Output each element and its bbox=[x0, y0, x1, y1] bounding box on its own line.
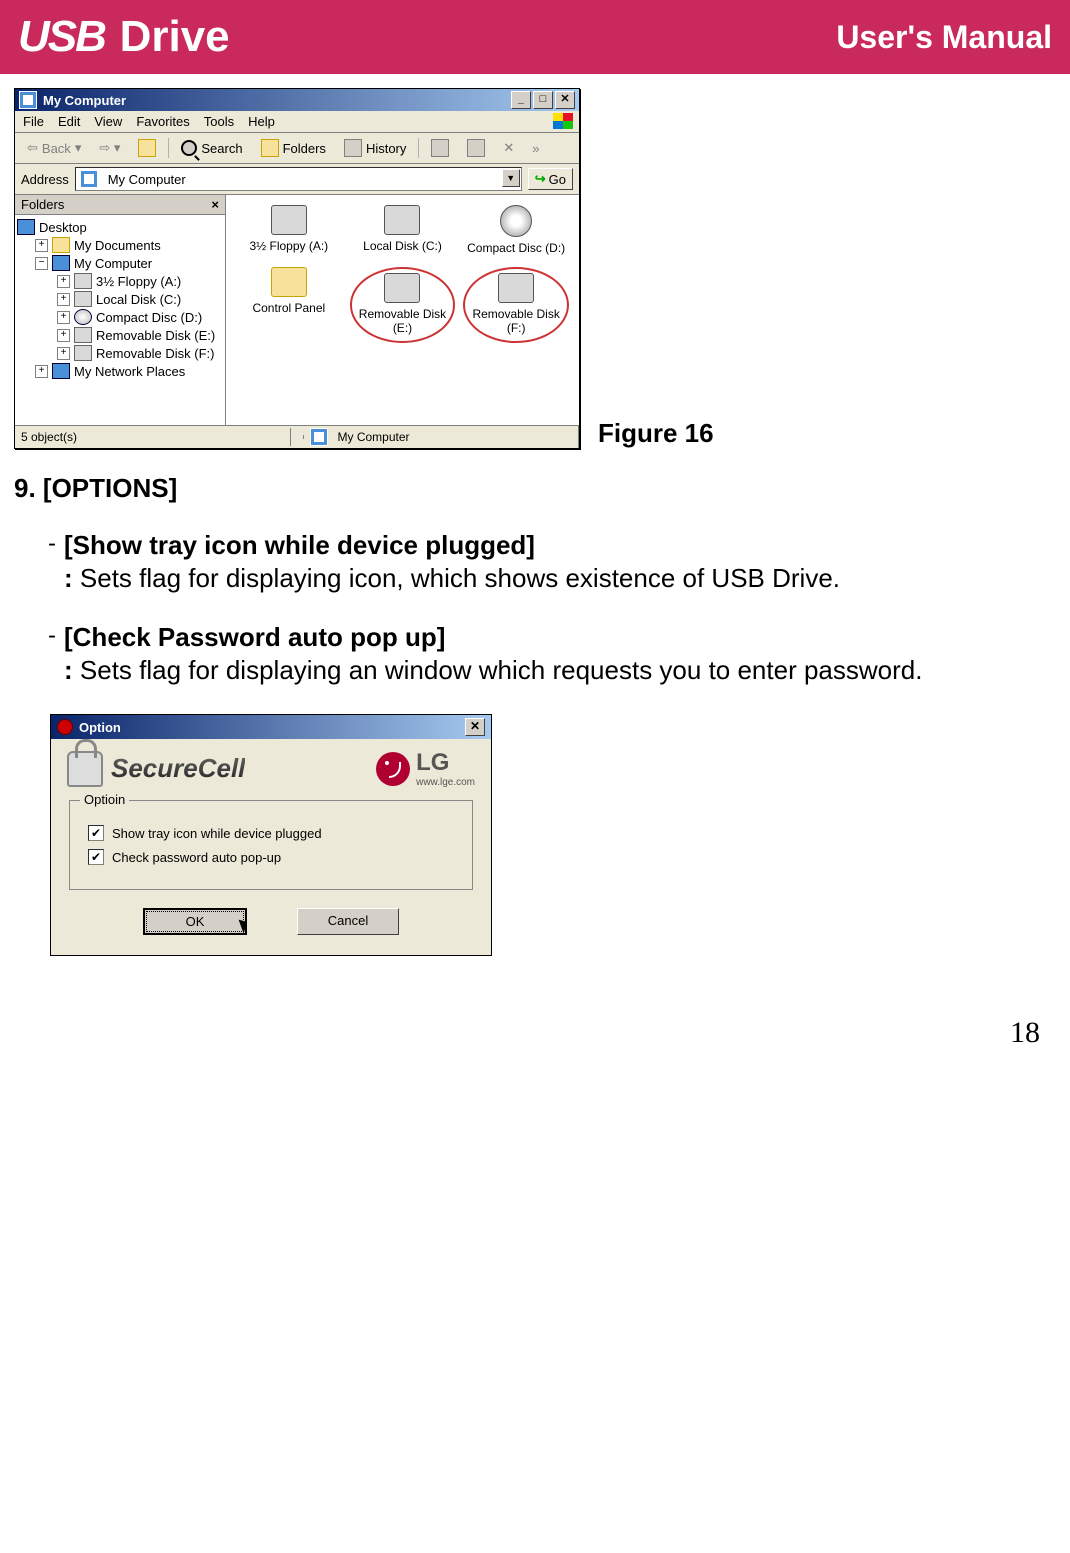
removable-icon bbox=[384, 273, 420, 303]
checkbox-tray-icon[interactable]: ✔ bbox=[88, 825, 104, 841]
windows-flag-icon bbox=[553, 113, 573, 129]
forward-button[interactable]: ⇨ ▾ bbox=[93, 138, 126, 158]
menu-favorites[interactable]: Favorites bbox=[136, 114, 189, 129]
checkbox-tray-label: Show tray icon while device plugged bbox=[112, 826, 322, 841]
icon-pane[interactable]: 3½ Floppy (A:) Local Disk (C:) Compact D… bbox=[226, 195, 579, 425]
controlpanel-icon bbox=[271, 267, 307, 297]
tree-local[interactable]: Local Disk (C:) bbox=[96, 292, 181, 307]
tree-floppy[interactable]: 3½ Floppy (A:) bbox=[96, 274, 181, 289]
menu-edit[interactable]: Edit bbox=[58, 114, 80, 129]
tree-remf[interactable]: Removable Disk (F:) bbox=[96, 346, 214, 361]
tool-icon-2[interactable] bbox=[461, 137, 491, 159]
option2-desc: Sets flag for displaying an window which… bbox=[80, 655, 923, 685]
floppy-icon bbox=[271, 205, 307, 235]
back-button[interactable]: ⇦ Back ▾ bbox=[21, 138, 87, 158]
dialog-titlebar[interactable]: Option ✕ bbox=[51, 715, 491, 739]
tree-reme[interactable]: Removable Disk (E:) bbox=[96, 328, 215, 343]
drive-icon bbox=[384, 205, 420, 235]
window-title: My Computer bbox=[43, 93, 126, 108]
menu-help[interactable]: Help bbox=[248, 114, 275, 129]
tool-icon-1[interactable] bbox=[425, 137, 455, 159]
dialog-app-icon bbox=[57, 719, 73, 735]
mycomputer-icon bbox=[19, 91, 37, 109]
logo-usb: USB bbox=[18, 12, 105, 62]
ok-button[interactable]: OK bbox=[143, 908, 247, 935]
address-value: My Computer bbox=[108, 172, 186, 187]
item-cd[interactable]: Compact Disc (D:) bbox=[463, 205, 569, 255]
option1-desc: Sets flag for displaying icon, which sho… bbox=[80, 563, 840, 593]
groupbox-title: Optioin bbox=[80, 792, 129, 807]
cursor-icon bbox=[232, 917, 252, 941]
status-objects: 5 object(s) bbox=[15, 428, 291, 446]
document-header: USB Drive User's Manual bbox=[0, 0, 1070, 74]
option-groupbox: Optioin ✔ Show tray icon while device pl… bbox=[69, 800, 473, 890]
removable-icon bbox=[498, 273, 534, 303]
tree-desktop[interactable]: Desktop bbox=[39, 220, 87, 235]
option2-title: [Check Password auto pop up] bbox=[64, 622, 1056, 653]
go-button[interactable]: ↪Go bbox=[528, 168, 573, 190]
lg-logo: LG www.lge.com bbox=[376, 749, 475, 788]
folders-pane: Folders × Desktop +My Documents −My Comp… bbox=[15, 195, 226, 425]
address-dropdown[interactable]: ▼ bbox=[502, 169, 520, 187]
menu-file[interactable]: File bbox=[23, 114, 44, 129]
folders-button[interactable]: Folders bbox=[255, 137, 332, 159]
checkbox-password-label: Check password auto pop-up bbox=[112, 850, 281, 865]
logo: USB Drive bbox=[18, 12, 230, 62]
minimize-button[interactable]: _ bbox=[511, 91, 531, 109]
toolbar-overflow[interactable]: » bbox=[526, 139, 545, 158]
folders-pane-title: Folders bbox=[21, 197, 64, 212]
page-number: 18 bbox=[0, 996, 1070, 1070]
bullet-dash: - bbox=[40, 622, 64, 650]
lock-icon bbox=[67, 751, 103, 787]
dialog-title: Option bbox=[79, 720, 121, 735]
tool-icon-3[interactable]: ✕ bbox=[497, 138, 520, 158]
address-bar: Address My Computer ▼ ↪Go bbox=[15, 164, 579, 195]
securecell-logo: SecureCell bbox=[67, 751, 245, 787]
tree-mycomp[interactable]: My Computer bbox=[74, 256, 152, 271]
option-dialog: Option ✕ SecureCell LG www.lge.com Optio… bbox=[50, 714, 492, 956]
menu-bar: File Edit View Favorites Tools Help bbox=[15, 111, 579, 133]
option1-title: [Show tray icon while device plugged] bbox=[64, 530, 1056, 561]
window-titlebar[interactable]: My Computer _ □ ✕ bbox=[15, 89, 579, 111]
lg-face-icon bbox=[376, 752, 410, 786]
cancel-button[interactable]: Cancel bbox=[297, 908, 399, 935]
close-button[interactable]: ✕ bbox=[555, 91, 575, 109]
status-location: My Computer bbox=[338, 430, 410, 444]
address-label: Address bbox=[21, 172, 69, 187]
checkbox-password-popup[interactable]: ✔ bbox=[88, 849, 104, 865]
item-removable-e[interactable]: Removable Disk (E:) bbox=[350, 267, 456, 343]
folder-tree[interactable]: Desktop +My Documents −My Computer +3½ F… bbox=[15, 215, 225, 425]
item-floppy[interactable]: 3½ Floppy (A:) bbox=[236, 205, 342, 255]
history-button[interactable]: History bbox=[338, 137, 412, 159]
tree-network[interactable]: My Network Places bbox=[74, 364, 185, 379]
status-bar: 5 object(s) My Computer bbox=[15, 425, 579, 448]
item-controlpanel[interactable]: Control Panel bbox=[236, 267, 342, 343]
menu-tools[interactable]: Tools bbox=[204, 114, 234, 129]
address-field[interactable]: My Computer ▼ bbox=[75, 167, 522, 191]
status-icon bbox=[310, 428, 328, 446]
folders-pane-close[interactable]: × bbox=[211, 197, 219, 212]
figure-label: Figure 16 bbox=[598, 418, 714, 449]
item-removable-f[interactable]: Removable Disk (F:) bbox=[463, 267, 569, 343]
dialog-close-button[interactable]: ✕ bbox=[465, 718, 485, 736]
logo-drive: Drive bbox=[120, 12, 230, 61]
toolbar: ⇦ Back ▾ ⇨ ▾ Search Folders History ✕ » bbox=[15, 133, 579, 164]
menu-view[interactable]: View bbox=[94, 114, 122, 129]
up-button[interactable] bbox=[132, 137, 162, 159]
maximize-button[interactable]: □ bbox=[533, 91, 553, 109]
bullet-dash: - bbox=[40, 530, 64, 558]
tree-mydocs[interactable]: My Documents bbox=[74, 238, 161, 253]
manual-title: User's Manual bbox=[836, 19, 1052, 56]
search-button[interactable]: Search bbox=[175, 138, 248, 158]
tree-cd[interactable]: Compact Disc (D:) bbox=[96, 310, 202, 325]
mycomputer-window: My Computer _ □ ✕ File Edit View Favorit… bbox=[14, 88, 580, 449]
item-local[interactable]: Local Disk (C:) bbox=[350, 205, 456, 255]
cd-icon bbox=[500, 205, 532, 237]
address-icon bbox=[80, 170, 98, 188]
section-options-title: 9. [OPTIONS] bbox=[14, 473, 1056, 504]
